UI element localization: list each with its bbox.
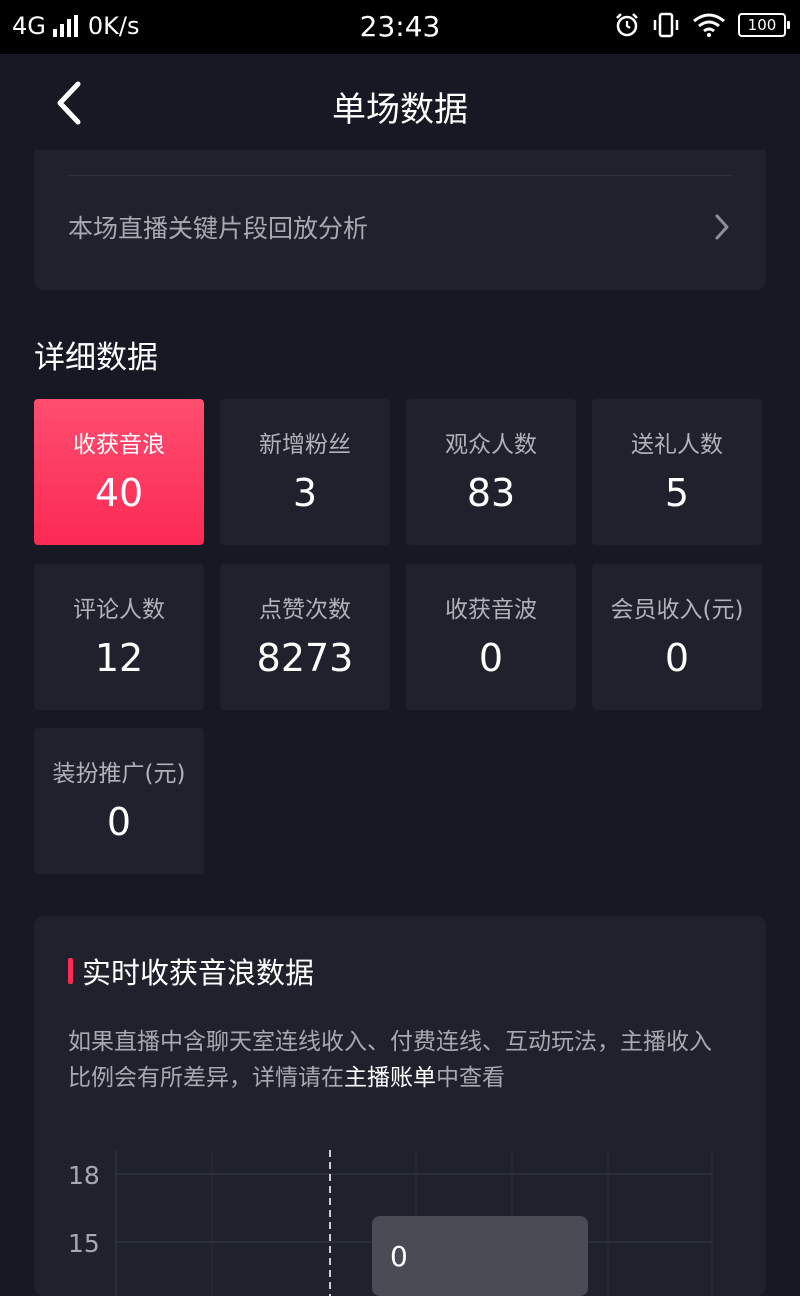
chart-tooltip: 0 <box>372 1216 588 1296</box>
stat-label: 装扮推广(元) <box>52 761 186 787</box>
title-accent-bar <box>68 958 73 984</box>
stat-value: 40 <box>94 471 144 515</box>
desc-text-end: 中查看 <box>436 1065 505 1091</box>
stat-tile-viewers[interactable]: 观众人数 83 <box>406 399 576 545</box>
nav-header: 单场数据 <box>0 54 800 154</box>
realtime-title: 实时收获音浪数据 <box>82 956 315 990</box>
battery-icon: 100 <box>738 13 790 37</box>
battery-level: 100 <box>747 16 777 34</box>
realtime-description: 如果直播中含聊天室连线收入、付费连线、互动玩法，主播收入比例会有所差异，详情请在… <box>68 1024 718 1096</box>
anchor-bill-link[interactable]: 主播账单 <box>344 1065 436 1091</box>
stat-label: 送礼人数 <box>631 432 723 458</box>
stat-value: 0 <box>478 636 504 680</box>
stat-tile-gifters[interactable]: 送礼人数 5 <box>592 399 762 545</box>
tooltip-value: 0 <box>390 1240 408 1273</box>
divider <box>68 175 732 176</box>
stat-tile-soundwave[interactable]: 收获音波 0 <box>406 564 576 710</box>
replay-card: 本场直播关键片段回放分析 <box>34 150 766 290</box>
stat-value: 0 <box>664 636 690 680</box>
stat-value: 83 <box>466 471 516 515</box>
stat-label: 观众人数 <box>445 432 537 458</box>
stat-value: 5 <box>664 471 690 515</box>
vibrate-icon <box>653 12 679 38</box>
replay-analysis-label: 本场直播关键片段回放分析 <box>68 214 369 243</box>
status-right: 100 <box>614 12 790 38</box>
stat-value: 12 <box>94 636 144 680</box>
replay-analysis-row[interactable]: 本场直播关键片段回放分析 <box>68 205 732 249</box>
stat-tile-decoration-promo[interactable]: 装扮推广(元) 0 <box>34 728 204 874</box>
realtime-income-card: 实时收获音浪数据 如果直播中含聊天室连线收入、付费连线、互动玩法，主播收入比例会… <box>34 916 766 1296</box>
wifi-icon <box>693 13 725 37</box>
stat-value: 3 <box>292 471 318 515</box>
page-title: 单场数据 <box>332 90 468 130</box>
stat-value: 0 <box>106 800 132 844</box>
stat-label: 新增粉丝 <box>259 432 351 458</box>
stat-value: 8273 <box>256 636 354 680</box>
stat-tile-new-fans[interactable]: 新增粉丝 3 <box>220 399 390 545</box>
stat-label: 会员收入(元) <box>610 597 744 623</box>
stat-label: 收获音波 <box>445 597 537 623</box>
stat-label: 点赞次数 <box>259 597 351 623</box>
stat-tile-income[interactable]: 收获音浪 40 <box>34 399 204 545</box>
stat-tile-commenters[interactable]: 评论人数 12 <box>34 564 204 710</box>
status-bar: 4G 0K/s 23:43 100 <box>0 0 800 54</box>
stat-tile-likes[interactable]: 点赞次数 8273 <box>220 564 390 710</box>
y-tick-label: 18 <box>68 1161 100 1190</box>
stat-label: 评论人数 <box>73 597 165 623</box>
y-tick-label: 15 <box>68 1229 100 1258</box>
details-title: 详细数据 <box>34 340 158 376</box>
alarm-icon <box>616 13 638 37</box>
stat-tile-member-income[interactable]: 会员收入(元) 0 <box>592 564 762 710</box>
chevron-right-icon <box>715 214 729 240</box>
stat-label: 收获音浪 <box>73 432 165 458</box>
